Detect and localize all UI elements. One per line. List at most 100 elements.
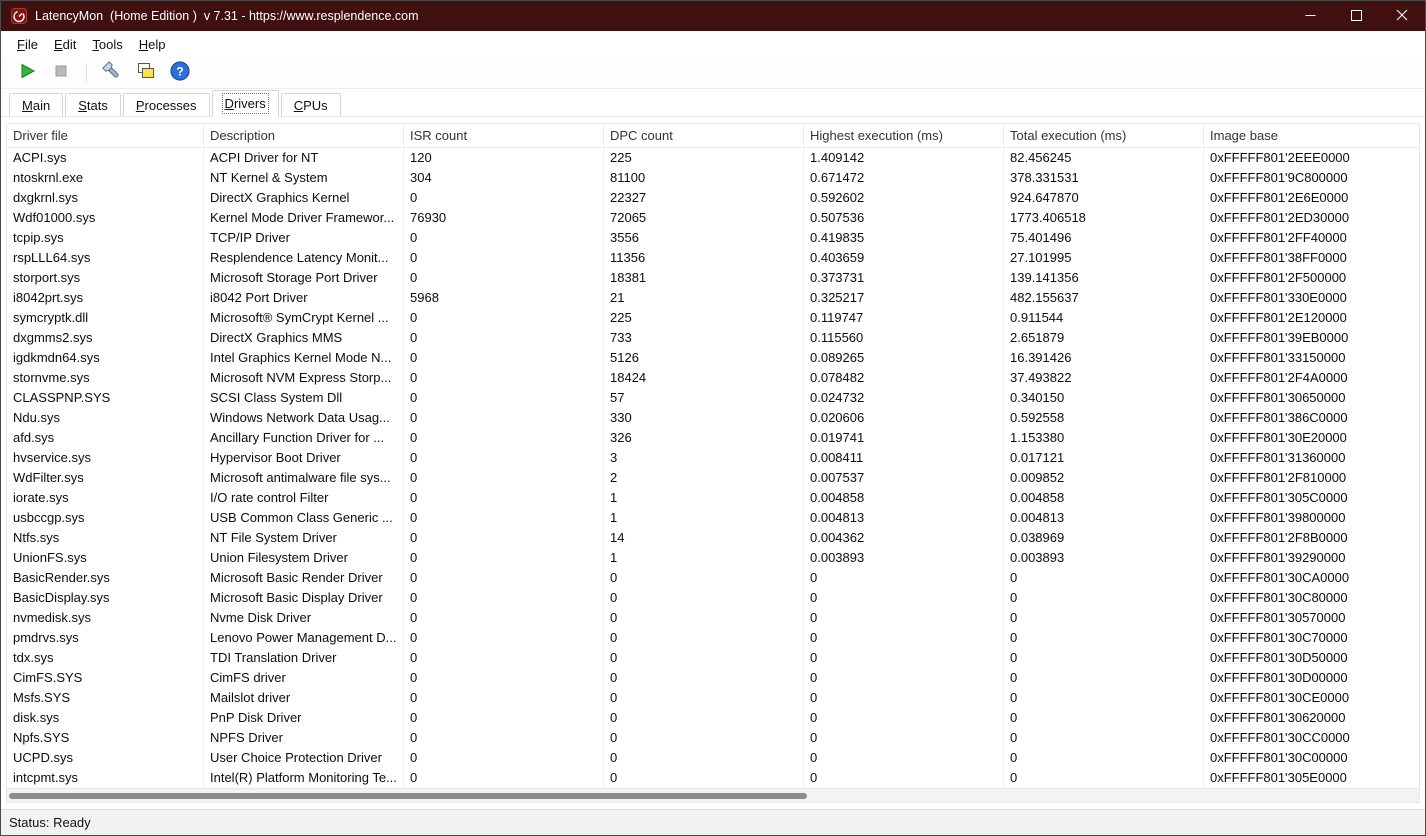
tab-label: Processes [136, 98, 197, 113]
table-row[interactable]: hvservice.sysHypervisor Boot Driver030.0… [7, 448, 1419, 468]
cell-total-execution-ms: 924.647870 [1004, 188, 1204, 208]
cell-highest-execution-ms: 0.004858 [804, 488, 1004, 508]
table-row[interactable]: CimFS.SYSCimFS driver00000xFFFFF801'30D0… [7, 668, 1419, 688]
menu-tools[interactable]: Tools [84, 34, 130, 55]
table-row[interactable]: WdFilter.sysMicrosoft antimalware file s… [7, 468, 1419, 488]
cell-dpc-count: 3556 [604, 228, 804, 248]
tab-drivers[interactable]: Drivers [212, 90, 279, 117]
table-row[interactable]: Msfs.SYSMailslot driver00000xFFFFF801'30… [7, 688, 1419, 708]
table-row[interactable]: iorate.sysI/O rate control Filter010.004… [7, 488, 1419, 508]
table-row[interactable]: igdkmdn64.sysIntel Graphics Kernel Mode … [7, 348, 1419, 368]
table-row[interactable]: tdx.sysTDI Translation Driver00000xFFFFF… [7, 648, 1419, 668]
cell-isr-count: 0 [404, 228, 604, 248]
table-row[interactable]: UnionFS.sysUnion Filesystem Driver010.00… [7, 548, 1419, 568]
cell-total-execution-ms: 0.038969 [1004, 528, 1204, 548]
table-row[interactable]: storport.sysMicrosoft Storage Port Drive… [7, 268, 1419, 288]
stop-monitor-button[interactable] [47, 60, 75, 86]
table-row[interactable]: intcpmt.sysIntel(R) Platform Monitoring … [7, 768, 1419, 788]
column-header-highest-execution-ms[interactable]: Highest execution (ms) [804, 124, 1004, 147]
cell-total-execution-ms: 16.391426 [1004, 348, 1204, 368]
table-row[interactable]: Wdf01000.sysKernel Mode Driver Framewor.… [7, 208, 1419, 228]
cell-driver-file: tcpip.sys [7, 228, 204, 248]
report-button[interactable] [132, 60, 160, 86]
cell-isr-count: 0 [404, 568, 604, 588]
cell-driver-file: Wdf01000.sys [7, 208, 204, 228]
table-row[interactable]: symcryptk.dllMicrosoft® SymCrypt Kernel … [7, 308, 1419, 328]
cell-description: SCSI Class System Dll [204, 388, 404, 408]
cell-isr-count: 0 [404, 328, 604, 348]
cell-total-execution-ms: 482.155637 [1004, 288, 1204, 308]
table-row[interactable]: rspLLL64.sysResplendence Latency Monit..… [7, 248, 1419, 268]
table-row[interactable]: tcpip.sysTCP/IP Driver035560.41983575.40… [7, 228, 1419, 248]
cell-isr-count: 0 [404, 368, 604, 388]
table-row[interactable]: ntoskrnl.exeNT Kernel & System304811000.… [7, 168, 1419, 188]
table-row[interactable]: Npfs.SYSNPFS Driver00000xFFFFF801'30CC00… [7, 728, 1419, 748]
cell-dpc-count: 0 [604, 708, 804, 728]
cell-total-execution-ms: 378.331531 [1004, 168, 1204, 188]
column-header-isr-count[interactable]: ISR count [404, 124, 604, 147]
column-header-dpc-count[interactable]: DPC count [604, 124, 804, 147]
tab-main[interactable]: Main [9, 93, 63, 116]
cell-isr-count: 76930 [404, 208, 604, 228]
close-button[interactable] [1379, 1, 1425, 31]
table-row[interactable]: i8042prt.sysi8042 Port Driver5968210.325… [7, 288, 1419, 308]
menu-file[interactable]: File [9, 34, 46, 55]
cell-isr-count: 120 [404, 148, 604, 168]
minimize-button[interactable] [1287, 1, 1333, 31]
cell-highest-execution-ms: 0.592602 [804, 188, 1004, 208]
tab-cpus[interactable]: CPUs [281, 93, 341, 116]
cell-isr-count: 0 [404, 688, 604, 708]
cell-image-base: 0xFFFFF801'30570000 [1204, 608, 1419, 628]
menu-help[interactable]: Help [131, 34, 174, 55]
table-row[interactable]: Ndu.sysWindows Network Data Usag...03300… [7, 408, 1419, 428]
table-row[interactable]: BasicDisplay.sysMicrosoft Basic Display … [7, 588, 1419, 608]
cell-highest-execution-ms: 0.003893 [804, 548, 1004, 568]
cell-dpc-count: 326 [604, 428, 804, 448]
cell-dpc-count: 0 [604, 728, 804, 748]
table-row[interactable]: nvmedisk.sysNvme Disk Driver00000xFFFFF8… [7, 608, 1419, 628]
cell-dpc-count: 2 [604, 468, 804, 488]
menubar: FileEditToolsHelp [1, 31, 1425, 57]
horizontal-scrollbar[interactable] [7, 788, 1419, 802]
cell-isr-count: 0 [404, 548, 604, 568]
maximize-button[interactable] [1333, 1, 1379, 31]
tab-processes[interactable]: Processes [123, 93, 210, 116]
tab-stats[interactable]: Stats [65, 93, 121, 116]
table-row[interactable]: UCPD.sysUser Choice Protection Driver000… [7, 748, 1419, 768]
cell-dpc-count: 21 [604, 288, 804, 308]
scrollbar-thumb[interactable] [9, 793, 807, 799]
menu-edit[interactable]: Edit [46, 34, 84, 55]
cell-isr-count: 0 [404, 748, 604, 768]
cell-highest-execution-ms: 0.119747 [804, 308, 1004, 328]
table-row[interactable]: BasicRender.sysMicrosoft Basic Render Dr… [7, 568, 1419, 588]
cell-highest-execution-ms: 0.020606 [804, 408, 1004, 428]
table-row[interactable]: Ntfs.sysNT File System Driver0140.004362… [7, 528, 1419, 548]
table-row[interactable]: dxgkrnl.sysDirectX Graphics Kernel022327… [7, 188, 1419, 208]
cell-image-base: 0xFFFFF801'39290000 [1204, 548, 1419, 568]
cell-image-base: 0xFFFFF801'305C0000 [1204, 488, 1419, 508]
window-title: LatencyMon (Home Edition ) v 7.31 - http… [35, 9, 419, 23]
column-header-image-base[interactable]: Image base [1204, 124, 1419, 147]
table-row[interactable]: CLASSPNP.SYSSCSI Class System Dll0570.02… [7, 388, 1419, 408]
cell-description: Kernel Mode Driver Framewor... [204, 208, 404, 228]
column-header-description[interactable]: Description [204, 124, 404, 147]
cell-description: DirectX Graphics MMS [204, 328, 404, 348]
cell-description: CimFS driver [204, 668, 404, 688]
cell-description: Lenovo Power Management D... [204, 628, 404, 648]
table-row[interactable]: usbccgp.sysUSB Common Class Generic ...0… [7, 508, 1419, 528]
column-header-total-execution-ms[interactable]: Total execution (ms) [1004, 124, 1204, 147]
cell-description: I/O rate control Filter [204, 488, 404, 508]
column-header-driver-file[interactable]: Driver file [7, 124, 204, 147]
cell-description: Microsoft NVM Express Storp... [204, 368, 404, 388]
start-monitor-button[interactable] [13, 60, 41, 86]
table-row[interactable]: disk.sysPnP Disk Driver00000xFFFFF801'30… [7, 708, 1419, 728]
table-row[interactable]: pmdrvs.sysLenovo Power Management D...00… [7, 628, 1419, 648]
help-button[interactable]: ? [166, 60, 194, 86]
options-button[interactable] [98, 60, 126, 86]
table-row[interactable]: afd.sysAncillary Function Driver for ...… [7, 428, 1419, 448]
table-row[interactable]: stornvme.sysMicrosoft NVM Express Storp.… [7, 368, 1419, 388]
cell-highest-execution-ms: 0.089265 [804, 348, 1004, 368]
table-row[interactable]: ACPI.sysACPI Driver for NT1202251.409142… [7, 148, 1419, 168]
table-row[interactable]: dxgmms2.sysDirectX Graphics MMS07330.115… [7, 328, 1419, 348]
cell-dpc-count: 0 [604, 588, 804, 608]
